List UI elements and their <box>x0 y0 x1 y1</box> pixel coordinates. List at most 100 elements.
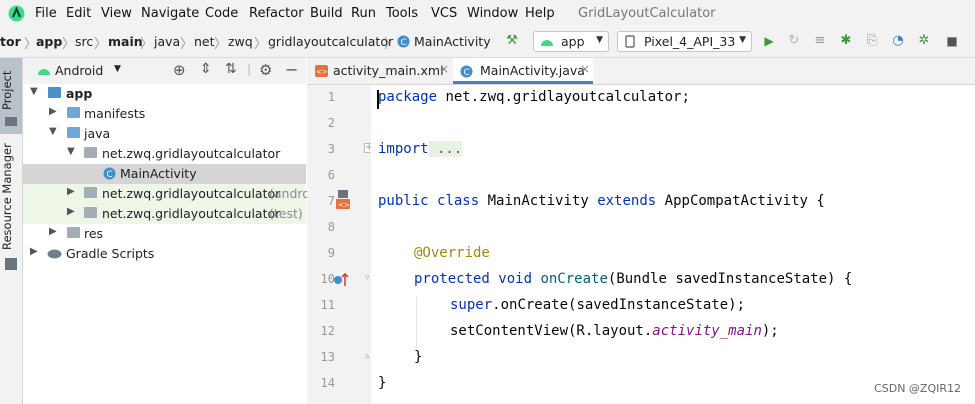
locate-icon[interactable]: ⊕ <box>173 61 186 79</box>
device-value: Pixel_4_API_33 <box>644 34 736 49</box>
android-studio-logo <box>8 5 25 22</box>
run-configuration-select[interactable]: app ▼ <box>533 31 609 52</box>
menu-file[interactable]: File <box>35 6 57 21</box>
tree-item-label: MainActivity <box>120 166 197 181</box>
tree-item-gradle-scripts[interactable]: ▶ Gradle Scripts <box>23 244 306 264</box>
menu-window[interactable]: Window <box>467 6 518 21</box>
breadcrumb-project[interactable]: tor <box>0 34 21 49</box>
chevron-down-icon[interactable]: ▼ <box>67 146 75 157</box>
tree-item-manifests[interactable]: ▶ manifests <box>23 104 306 124</box>
breadcrumb-net[interactable]: net <box>194 34 215 49</box>
chevron-right-icon[interactable]: ▶ <box>49 226 57 237</box>
menu-refactor[interactable]: Refactor <box>249 6 304 21</box>
tab-activity-main-xml[interactable]: <> activity_main.xml × <box>307 58 452 84</box>
phone-icon <box>625 35 635 48</box>
expand-all-icon[interactable]: ⇅ <box>225 61 237 77</box>
method-close-brace: } <box>414 349 423 365</box>
line-number: 11 <box>320 298 335 312</box>
fold-marker-icon[interactable]: ▿ <box>365 273 370 283</box>
fold-marker-icon[interactable]: ▵ <box>365 351 370 361</box>
panel-divider: | <box>247 61 252 76</box>
menu-build[interactable]: Build <box>310 6 343 21</box>
breadcrumb-separator: 〉 <box>214 37 228 52</box>
editor-gutter: 1 2 3 6 7 8 9 10 11 12 13 14 + <> ▿ ▵ <box>307 85 374 404</box>
menu-code[interactable]: Code <box>205 6 238 21</box>
tab-label: activity_main.xml <box>333 63 444 78</box>
line-number: 2 <box>327 116 335 130</box>
tree-item-suffix: (test) <box>269 206 303 221</box>
menu-run[interactable]: Run <box>351 6 376 21</box>
tree-item-label: app <box>66 86 93 101</box>
project-view-mode[interactable]: Android <box>55 63 103 78</box>
menu-navigate[interactable]: Navigate <box>141 6 199 21</box>
run-configuration-value: app <box>561 34 585 49</box>
apply-changes-icon[interactable]: ≡ <box>812 33 828 49</box>
chevron-down-icon[interactable]: ▼ <box>49 126 57 137</box>
text-cursor <box>377 90 379 109</box>
resource-manager-tool-tab[interactable]: Resource Manager <box>0 138 22 256</box>
project-tool-tab[interactable]: Project <box>0 66 22 114</box>
tree-item-app[interactable]: ▼ app <box>23 84 306 104</box>
menu-vcs[interactable]: VCS <box>431 6 457 21</box>
breadcrumb-package[interactable]: gridlayoutcalculator <box>268 34 393 49</box>
run-icon[interactable]: ▶ <box>761 33 777 49</box>
tree-item-mainactivity[interactable]: C MainActivity <box>23 164 306 184</box>
override-marker-icon[interactable] <box>333 272 349 288</box>
close-icon[interactable]: × <box>580 62 590 76</box>
hammer-build-icon[interactable]: ⚒ <box>504 33 520 49</box>
tab-mainactivity-java[interactable]: C MainActivity.java × <box>453 58 593 84</box>
layout-field: activity_main <box>652 323 762 339</box>
breadcrumb-src[interactable]: src <box>75 34 93 49</box>
keyword-import: import <box>378 141 429 157</box>
line-number: 6 <box>327 168 335 182</box>
breadcrumb-class[interactable]: MainActivity <box>414 34 491 49</box>
code-line-10: protected void onCreate(Bundle savedInst… <box>414 271 852 287</box>
code-editor[interactable]: package net.zwq.gridlayoutcalculator; im… <box>371 85 975 404</box>
breadcrumb-zwq[interactable]: zwq <box>228 34 253 49</box>
breadcrumb-app[interactable]: app <box>36 34 62 49</box>
chevron-down-icon[interactable]: ▼ <box>114 64 121 74</box>
profiler-icon[interactable]: ◔ <box>890 33 906 49</box>
gear-icon[interactable]: ⚙ <box>259 61 272 79</box>
svg-text:C: C <box>464 68 470 78</box>
debug-icon[interactable]: ✱ <box>838 33 854 49</box>
chevron-right-icon[interactable]: ▶ <box>67 206 75 217</box>
stop-icon[interactable]: ■ <box>944 33 960 49</box>
chevron-right-icon[interactable]: ▶ <box>30 246 38 257</box>
breadcrumb-java[interactable]: java <box>154 34 180 49</box>
device-select[interactable]: Pixel_4_API_33 ▼ <box>617 31 752 52</box>
tree-item-label: java <box>84 126 111 141</box>
chevron-down-icon[interactable]: ▼ <box>30 86 38 97</box>
attach-process-icon[interactable]: ✲ <box>916 33 932 49</box>
chevron-right-icon[interactable]: ▶ <box>67 186 75 197</box>
line-number: 14 <box>320 376 335 390</box>
svg-text:<>: <> <box>316 68 328 76</box>
tree-item-test-package[interactable]: ▶ net.zwq.gridlayoutcalculator (test) <box>23 204 306 224</box>
class-icon: C <box>103 167 116 180</box>
minimize-icon[interactable]: − <box>285 60 298 79</box>
chevron-right-icon[interactable]: ▶ <box>49 106 57 117</box>
menu-help[interactable]: Help <box>525 6 555 21</box>
svg-text:<>: <> <box>338 201 350 209</box>
package-icon <box>84 187 97 198</box>
tree-item-package[interactable]: ▼ net.zwq.gridlayoutcalculator <box>23 144 306 164</box>
rerun-icon[interactable]: ↻ <box>786 33 802 49</box>
menu-tools[interactable]: Tools <box>386 6 418 21</box>
attach-debugger-icon[interactable]: ⎘ <box>864 33 880 49</box>
layout-gutter-icon[interactable]: <> <box>335 190 351 210</box>
set-content-view-call: setContentView(R.layout. <box>450 323 653 339</box>
resource-icon <box>5 258 17 270</box>
code-line-9: @Override <box>414 245 490 261</box>
call-close: ); <box>761 323 779 339</box>
tree-item-label: net.zwq.gridlayoutcalculator <box>102 206 281 221</box>
tree-item-android-test-package[interactable]: ▶ net.zwq.gridlayoutcalculator (andro <box>23 184 310 204</box>
tree-item-java[interactable]: ▼ java <box>23 124 306 144</box>
close-icon[interactable]: × <box>439 62 449 76</box>
class-icon: C <box>397 35 410 48</box>
collapse-all-icon[interactable]: ⇕ <box>200 61 212 77</box>
menu-view[interactable]: View <box>101 6 132 21</box>
menu-edit[interactable]: Edit <box>66 6 91 21</box>
tree-item-res[interactable]: ▶ res <box>23 224 306 244</box>
breadcrumb-main[interactable]: main <box>108 34 143 49</box>
folded-imports[interactable]: ... <box>428 141 463 157</box>
